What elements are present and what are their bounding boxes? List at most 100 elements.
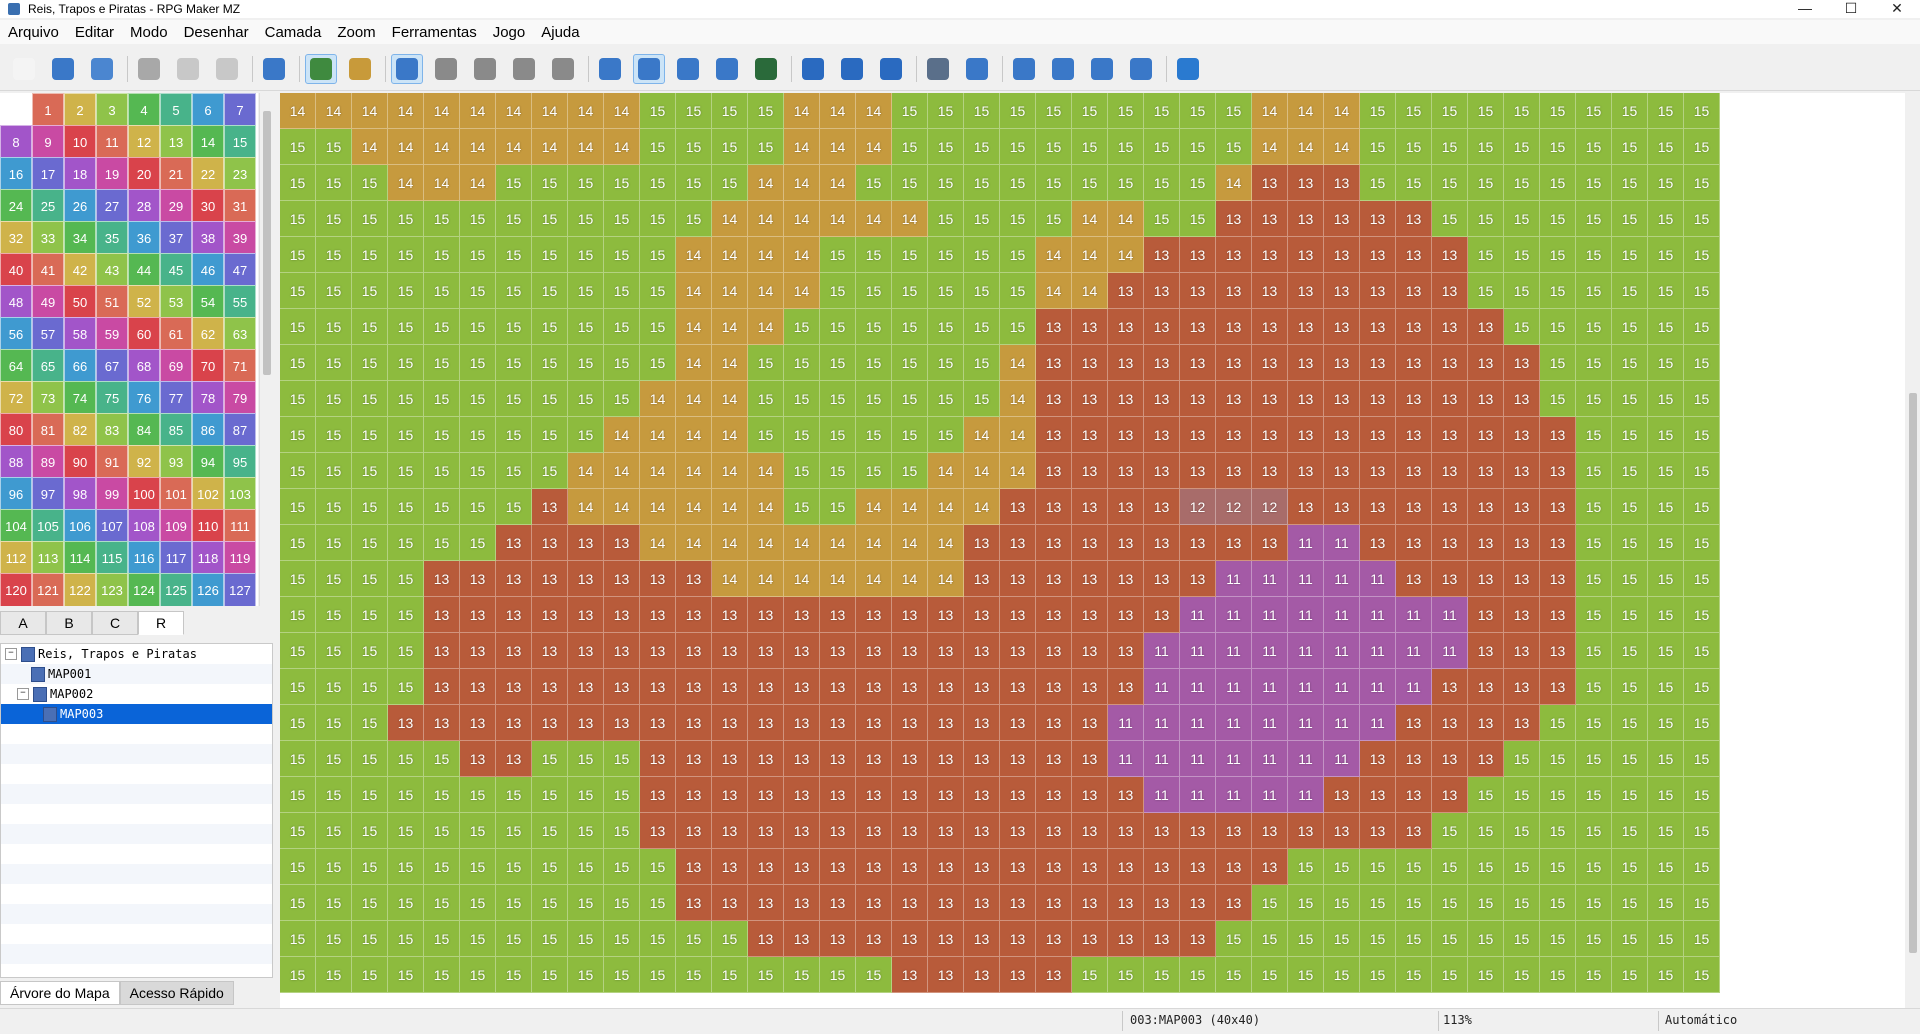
region-cell[interactable]: 37 <box>160 221 192 255</box>
map-tile[interactable]: 15 <box>1540 93 1576 129</box>
map-tile[interactable]: 13 <box>1432 417 1468 453</box>
map-tile[interactable]: 14 <box>568 93 604 129</box>
map-tile[interactable]: 15 <box>1684 669 1720 705</box>
map-tile[interactable]: 13 <box>1288 237 1324 273</box>
map-tile[interactable]: 11 <box>1288 525 1324 561</box>
map-tile[interactable]: 15 <box>1648 849 1684 885</box>
map-tile[interactable]: 15 <box>280 237 316 273</box>
region-cell[interactable]: 91 <box>96 445 128 479</box>
map-tile[interactable]: 13 <box>532 597 568 633</box>
map-tile[interactable]: 15 <box>316 669 352 705</box>
map-tile[interactable]: 13 <box>1468 705 1504 741</box>
map-tile[interactable]: 13 <box>748 669 784 705</box>
map-tile[interactable]: 13 <box>1468 489 1504 525</box>
map-tile[interactable]: 14 <box>748 237 784 273</box>
map-tile[interactable]: 13 <box>1540 633 1576 669</box>
map-tile[interactable]: 13 <box>820 777 856 813</box>
region-cell[interactable]: 43 <box>96 253 128 287</box>
map-tile[interactable]: 15 <box>496 345 532 381</box>
map-tile[interactable]: 11 <box>1396 633 1432 669</box>
map-tile[interactable]: 14 <box>1252 93 1288 129</box>
map-tile[interactable]: 15 <box>1612 165 1648 201</box>
map-tile[interactable]: 13 <box>1108 885 1144 921</box>
map-tile[interactable]: 14 <box>892 201 928 237</box>
map-tile[interactable]: 13 <box>856 669 892 705</box>
map-tile[interactable]: 13 <box>1396 489 1432 525</box>
region-cell[interactable]: 64 <box>0 349 32 383</box>
map-tile[interactable]: 15 <box>712 165 748 201</box>
map-tile[interactable]: 13 <box>676 705 712 741</box>
map-tile[interactable]: 14 <box>964 453 1000 489</box>
map-tile[interactable]: 15 <box>1504 309 1540 345</box>
map-tile[interactable]: 15 <box>1648 165 1684 201</box>
map-tile[interactable]: 13 <box>892 669 928 705</box>
map-tile[interactable]: 15 <box>1504 885 1540 921</box>
map-tile[interactable]: 13 <box>1180 849 1216 885</box>
map-tile[interactable]: 15 <box>352 201 388 237</box>
map-tile[interactable]: 15 <box>1216 957 1252 993</box>
map-tile[interactable]: 15 <box>280 129 316 165</box>
map-tile[interactable]: 14 <box>532 129 568 165</box>
map-tile[interactable]: 13 <box>1072 381 1108 417</box>
map-tile[interactable]: 14 <box>568 129 604 165</box>
map-tile[interactable]: 13 <box>1108 921 1144 957</box>
map-tile[interactable]: 15 <box>460 813 496 849</box>
map-tile[interactable]: 15 <box>568 741 604 777</box>
map-tile[interactable]: 14 <box>496 129 532 165</box>
map-tile[interactable]: 14 <box>388 129 424 165</box>
map-tile[interactable]: 13 <box>1216 201 1252 237</box>
map-tile[interactable]: 13 <box>1396 741 1432 777</box>
map-tile[interactable]: 13 <box>1360 309 1396 345</box>
map-tile[interactable]: 15 <box>568 309 604 345</box>
map-tile[interactable]: 13 <box>856 705 892 741</box>
map-tile[interactable]: 13 <box>1360 741 1396 777</box>
region-cell[interactable]: 103 <box>224 477 256 511</box>
map-tile[interactable]: 15 <box>1684 597 1720 633</box>
map-tile[interactable]: 15 <box>1576 777 1612 813</box>
map-tile[interactable]: 14 <box>784 165 820 201</box>
map-tile[interactable]: 13 <box>1432 453 1468 489</box>
map-tile[interactable]: 13 <box>1144 309 1180 345</box>
map-tile[interactable]: 11 <box>1144 633 1180 669</box>
map-tile[interactable]: 13 <box>1180 885 1216 921</box>
map-tile[interactable]: 14 <box>712 345 748 381</box>
map-tile[interactable]: 15 <box>1684 957 1720 993</box>
map-tile[interactable]: 13 <box>532 561 568 597</box>
map-tile[interactable]: 13 <box>1252 381 1288 417</box>
map-tile[interactable]: 15 <box>352 669 388 705</box>
map-tile[interactable]: 15 <box>496 813 532 849</box>
map-tile[interactable]: 14 <box>1324 93 1360 129</box>
map-tile[interactable]: 13 <box>424 597 460 633</box>
map-tile[interactable]: 13 <box>964 597 1000 633</box>
map-tile[interactable]: 15 <box>1540 957 1576 993</box>
tab-map-tree[interactable]: Árvore do Mapa <box>0 981 120 1005</box>
map-tile[interactable]: 15 <box>1432 849 1468 885</box>
map-tile[interactable]: 13 <box>1036 705 1072 741</box>
map-tile[interactable]: 15 <box>1540 705 1576 741</box>
map-tile[interactable]: 13 <box>1108 525 1144 561</box>
map-tile[interactable]: 15 <box>1540 741 1576 777</box>
region-cell[interactable]: 102 <box>192 477 224 511</box>
map-tile[interactable]: 15 <box>1684 777 1720 813</box>
map-tile[interactable]: 15 <box>388 237 424 273</box>
map-tile[interactable]: 15 <box>280 777 316 813</box>
map-tile[interactable]: 13 <box>928 669 964 705</box>
map-tile[interactable]: 14 <box>424 129 460 165</box>
map-tile[interactable]: 14 <box>676 237 712 273</box>
map-tile[interactable]: 14 <box>964 489 1000 525</box>
map-tile[interactable]: 14 <box>1072 273 1108 309</box>
map-tile[interactable]: 15 <box>1576 849 1612 885</box>
map-tile[interactable]: 15 <box>460 885 496 921</box>
map-tile[interactable]: 15 <box>280 561 316 597</box>
map-tile[interactable]: 15 <box>352 453 388 489</box>
map-tile[interactable]: 15 <box>1540 237 1576 273</box>
map-tile[interactable]: 15 <box>388 957 424 993</box>
region-cell[interactable]: 9 <box>32 125 64 159</box>
map-tile[interactable]: 15 <box>640 957 676 993</box>
map-tile[interactable]: 15 <box>784 489 820 525</box>
map-tile[interactable]: 11 <box>1252 741 1288 777</box>
map-tile[interactable]: 13 <box>568 561 604 597</box>
map-tile[interactable]: 15 <box>352 525 388 561</box>
map-tile[interactable]: 11 <box>1360 633 1396 669</box>
region-cell[interactable]: 94 <box>192 445 224 479</box>
